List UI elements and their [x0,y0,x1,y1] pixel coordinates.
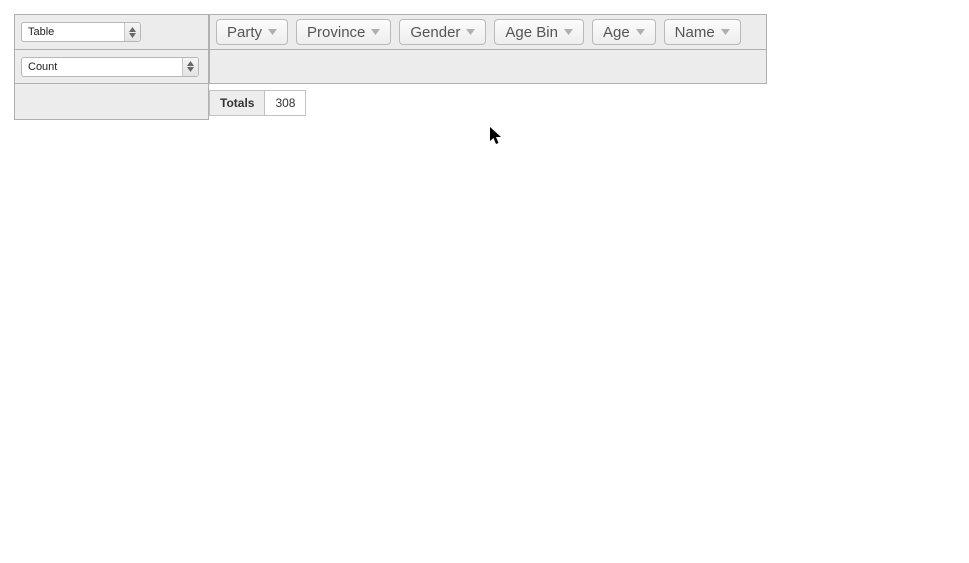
mouse-cursor-icon [490,127,504,145]
attr-label: Name [675,24,715,41]
select-stepper-icon [182,58,198,76]
attr-label: Party [227,24,262,41]
attr-label: Age Bin [505,24,558,41]
caret-down-icon [636,29,645,35]
renderer-cell: Table [14,14,209,50]
caret-down-icon [268,29,277,35]
unused-attributes-area[interactable]: Party Province Gender Age Bin Age Name [209,14,767,50]
select-stepper-icon [124,23,140,41]
pivot-result-area: Totals 308 [209,84,955,116]
aggregator-cell: Count [14,50,209,84]
attr-label: Age [603,24,630,41]
attr-pill-party[interactable]: Party [216,19,288,45]
totals-value: 308 [265,91,306,116]
attr-pill-name[interactable]: Name [664,19,741,45]
table-row: Totals 308 [210,91,306,116]
pivot-table: Totals 308 [209,90,306,116]
renderer-select-value: Table [28,26,54,38]
attr-label: Gender [410,24,460,41]
renderer-select[interactable]: Table [21,22,141,42]
rows-drop-zone[interactable] [14,84,209,120]
caret-down-icon [466,29,475,35]
attr-pill-age-bin[interactable]: Age Bin [494,19,584,45]
columns-drop-zone[interactable] [209,50,767,84]
aggregator-select[interactable]: Count [21,57,199,77]
attr-pill-province[interactable]: Province [296,19,391,45]
aggregator-select-value: Count [28,61,57,73]
attr-label: Province [307,24,365,41]
attr-pill-age[interactable]: Age [592,19,656,45]
caret-down-icon [721,29,730,35]
totals-header: Totals [210,91,265,116]
caret-down-icon [371,29,380,35]
caret-down-icon [564,29,573,35]
attr-pill-gender[interactable]: Gender [399,19,486,45]
